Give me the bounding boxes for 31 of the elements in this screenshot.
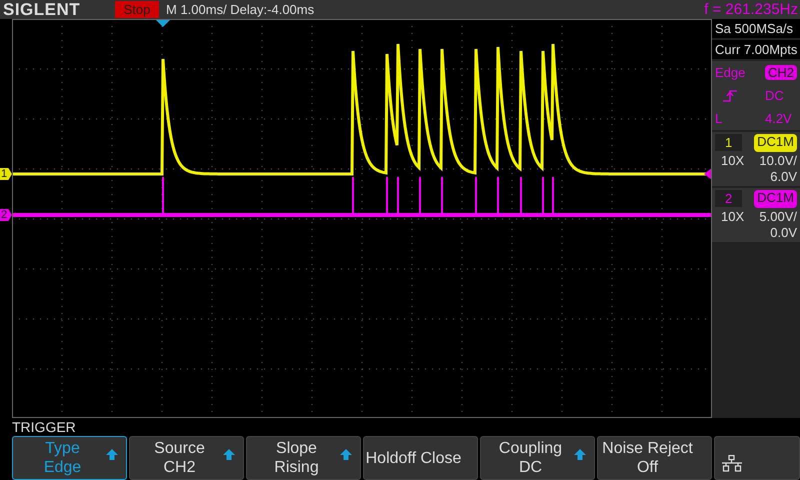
- network-softkey[interactable]: [714, 436, 800, 480]
- softkey[interactable]: Type Edge: [12, 436, 127, 480]
- softkey[interactable]: Holdoff Close: [363, 436, 478, 480]
- trigger-level-label: L: [715, 111, 724, 126]
- vertical-scale-readout: 10.0V/: [758, 153, 797, 168]
- probe-ratio-label: 10X: [720, 153, 746, 168]
- brand-logo: SIGLENT: [2, 0, 82, 20]
- trigger-source-badge: CH2: [764, 65, 797, 80]
- channel-marker: 1: [0, 168, 12, 180]
- trigger-type-label: Edge: [715, 65, 746, 80]
- trigger-level-readout: 4.2V: [764, 111, 793, 126]
- menu-title: TRIGGER: [11, 418, 77, 436]
- softkey[interactable]: Coupling DC: [480, 436, 595, 480]
- trigger-coupling-label: DC: [764, 88, 785, 103]
- softkey[interactable]: Source CH2: [129, 436, 244, 480]
- softkey[interactable]: Noise Reject Off: [597, 436, 712, 480]
- memory-depth-readout: Curr 7.00Mpts: [712, 40, 800, 59]
- channel-marker: 2: [0, 209, 12, 221]
- timebase-readout: M 1.00ms/ Delay:-4.00ms: [166, 2, 314, 17]
- rising-edge-icon: [723, 88, 739, 102]
- channel-number[interactable]: 2: [715, 190, 742, 207]
- probe-ratio-label: 10X: [720, 209, 746, 224]
- frequency-readout: f = 261.235Hz: [704, 1, 799, 18]
- channel-number[interactable]: 1: [715, 134, 742, 151]
- softkey[interactable]: Slope Rising: [246, 436, 361, 480]
- vertical-scale-readout: 5.00V/: [758, 209, 797, 224]
- channel-coupling-badge: DC1M: [754, 134, 797, 152]
- sample-rate-readout: Sa 500MSa/s: [712, 19, 800, 38]
- channel-coupling-badge: DC1M: [754, 190, 797, 208]
- vertical-offset-readout: 6.0V: [769, 169, 797, 184]
- vertical-offset-readout: 0.0V: [769, 225, 797, 240]
